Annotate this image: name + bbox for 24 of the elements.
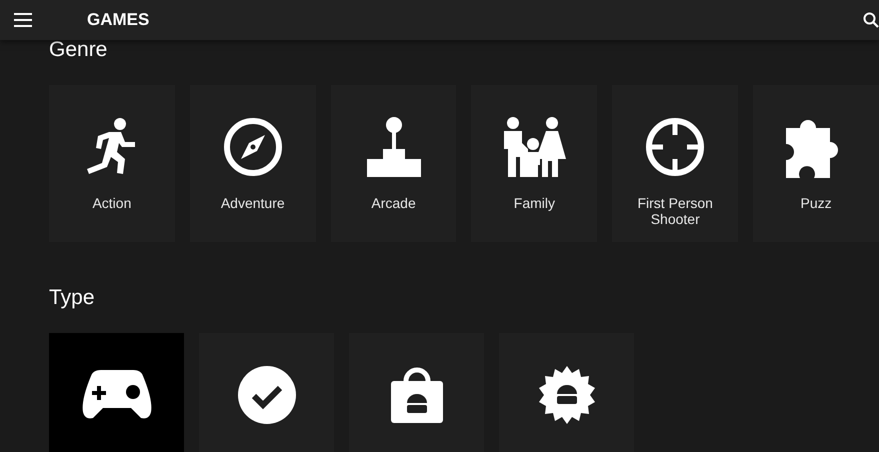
section-heading: Genre [49, 37, 108, 62]
family-icon [502, 117, 566, 177]
category-tile[interactable]: Arcade [330, 85, 456, 242]
category-tile[interactable]: Puzz [753, 85, 879, 242]
android-badge-icon [538, 366, 596, 424]
gamepad-icon [80, 370, 152, 420]
shopping-bag-android-icon [390, 367, 442, 423]
menu-icon[interactable] [14, 13, 32, 27]
category-tile[interactable] [199, 333, 334, 452]
category-tile[interactable] [49, 333, 184, 452]
category-tile[interactable]: First Person Shooter [612, 85, 738, 242]
category-tile[interactable]: Family [471, 85, 598, 242]
compass-icon [222, 117, 283, 177]
category-tile[interactable]: Action [49, 85, 175, 242]
app-title: GAMES [87, 10, 150, 30]
running-person-icon [86, 118, 137, 176]
search-icon[interactable] [863, 12, 879, 28]
joystick-icon [366, 117, 421, 177]
category-tile[interactable] [499, 333, 634, 452]
category-tile[interactable] [349, 333, 484, 452]
checkmark-circle-icon [238, 366, 296, 424]
crosshair-icon [645, 117, 706, 177]
category-tile[interactable]: Adventure [190, 85, 316, 242]
section-heading: Type [49, 285, 96, 310]
